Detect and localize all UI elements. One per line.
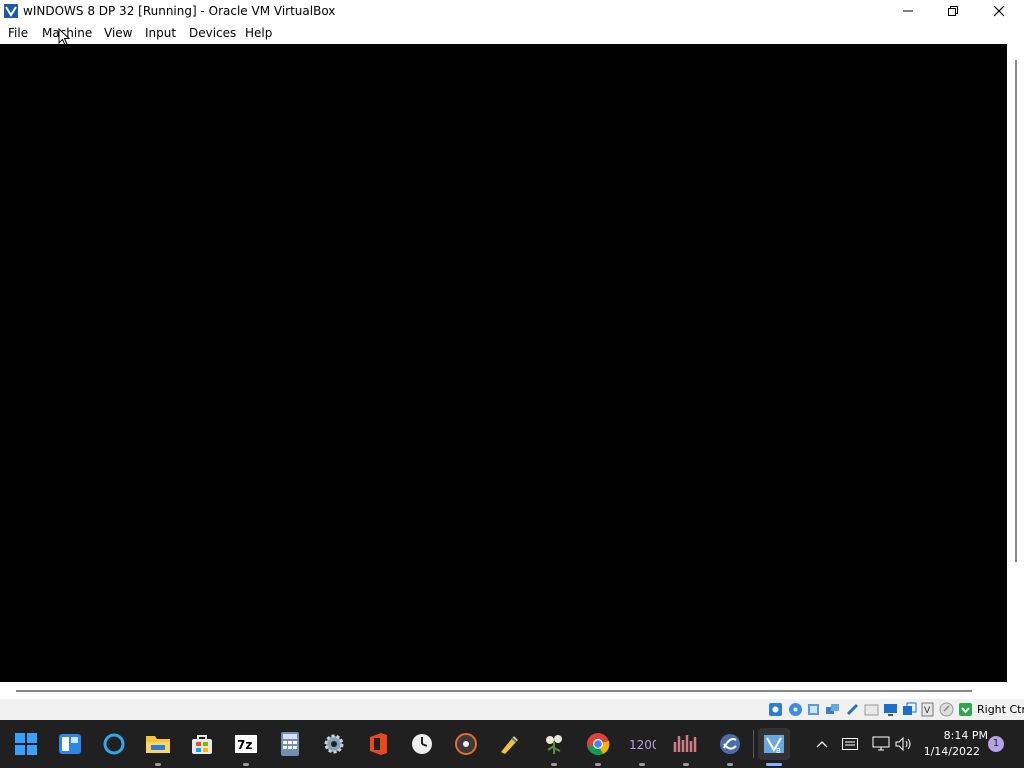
- host-key-icon[interactable]: [958, 702, 973, 717]
- notification-badge[interactable]: 1: [988, 736, 1004, 752]
- clock-time[interactable]: 8:14 PM: [922, 729, 988, 742]
- start-button[interactable]: [10, 728, 42, 760]
- calculator-icon: [281, 732, 299, 756]
- svg-text:B: B: [776, 747, 781, 755]
- horizontal-scrollbar[interactable]: [0, 682, 1024, 699]
- close-icon: [993, 5, 1005, 17]
- clock-icon: [412, 734, 432, 754]
- media-player-icon: [455, 733, 477, 755]
- vm-display[interactable]: [0, 44, 1007, 682]
- file-explorer-icon: [146, 736, 170, 753]
- plant-app-button[interactable]: [538, 728, 570, 766]
- app-icon: [720, 734, 740, 754]
- menu-view[interactable]: View: [104, 26, 132, 40]
- network-tray-icon: [872, 736, 890, 751]
- settings-icon: [324, 734, 344, 754]
- chrome-icon: [587, 733, 610, 756]
- virtualbox-app-icon: [4, 4, 18, 18]
- window-title: wINDOWS 8 DP 32 [Running] - Oracle VM Vi…: [23, 4, 336, 18]
- store-icon: [192, 735, 212, 754]
- shared-folders-icon[interactable]: [864, 702, 879, 717]
- paint-button[interactable]: [494, 728, 526, 760]
- cortana-icon: [103, 733, 125, 755]
- volume-icon: [895, 737, 911, 751]
- start-icon: [15, 733, 37, 755]
- office-button[interactable]: [362, 728, 394, 760]
- chevron-up-icon: [816, 741, 828, 748]
- virtualbox-icon: B: [764, 735, 784, 755]
- 1200-app-button[interactable]: 1200: [626, 728, 658, 766]
- vertical-scroll-thumb[interactable]: [1015, 60, 1017, 562]
- calculator-button[interactable]: [274, 728, 306, 760]
- close-button[interactable]: [976, 0, 1022, 22]
- audio-icon[interactable]: [806, 702, 821, 717]
- menu-devices[interactable]: Devices: [189, 26, 236, 40]
- minimize-icon: [903, 10, 913, 12]
- keyboard-button[interactable]: [840, 734, 860, 754]
- menu-file[interactable]: File: [8, 26, 28, 40]
- usb-icon[interactable]: [845, 702, 860, 717]
- horizontal-scroll-thumb[interactable]: [16, 690, 972, 692]
- svg-text:V: V: [924, 706, 931, 716]
- 7zip-button[interactable]: 7z: [230, 728, 262, 766]
- status-bar: V Right Ctrl: [0, 699, 1024, 720]
- show-hidden-icons-button[interactable]: [812, 734, 832, 754]
- cpu-icon[interactable]: V: [920, 702, 935, 717]
- widgets-icon: [59, 734, 81, 754]
- optical-drive-icon[interactable]: [788, 702, 803, 717]
- minimize-button[interactable]: [885, 0, 931, 22]
- mouse-integration-icon[interactable]: [939, 702, 954, 717]
- restore-button[interactable]: [930, 0, 976, 22]
- menu-input[interactable]: Input: [145, 26, 176, 40]
- chrome-button[interactable]: [582, 728, 614, 766]
- file-explorer-button[interactable]: [142, 728, 174, 766]
- 7zip-icon: 7z: [235, 735, 257, 753]
- office-icon: [370, 733, 387, 755]
- taskbar: 7z 1200 B 8:14 PM 1/14/2022 1: [0, 720, 1024, 768]
- svg-text:1200: 1200: [629, 738, 656, 752]
- host-key-label: Right Ctrl: [977, 703, 1024, 716]
- virtualbox-button[interactable]: B: [758, 728, 790, 766]
- keyboard-icon: [842, 738, 858, 750]
- video-capture-icon[interactable]: [902, 702, 917, 717]
- audio-app-icon: [673, 735, 697, 752]
- 1200-app-icon: 1200: [629, 738, 656, 752]
- widgets-button[interactable]: [54, 728, 86, 760]
- vertical-scrollbar[interactable]: [1007, 44, 1024, 682]
- cortana-button[interactable]: [98, 728, 130, 760]
- clock-date[interactable]: 1/14/2022: [922, 745, 980, 758]
- store-button[interactable]: [186, 728, 218, 760]
- network-icon[interactable]: [825, 702, 840, 717]
- settings-button[interactable]: [318, 728, 350, 760]
- display-icon[interactable]: [883, 702, 898, 717]
- title-bar[interactable]: wINDOWS 8 DP 32 [Running] - Oracle VM Vi…: [0, 0, 1024, 22]
- network-tray-button[interactable]: [871, 734, 891, 754]
- media-player-button[interactable]: [450, 728, 482, 760]
- app-button[interactable]: [714, 728, 746, 766]
- plant-app-icon: [546, 735, 562, 754]
- volume-button[interactable]: [894, 734, 914, 754]
- svg-text:7z: 7z: [237, 738, 252, 752]
- taskbar-separator: [753, 730, 754, 758]
- menu-bar: File Machine View Input Devices Help: [0, 22, 1024, 44]
- restore-icon: [948, 6, 958, 16]
- menu-help[interactable]: Help: [245, 26, 272, 40]
- hard-disk-icon[interactable]: [768, 702, 783, 717]
- audio-app-button[interactable]: [670, 728, 702, 766]
- clock-button[interactable]: [406, 728, 438, 760]
- paint-icon: [501, 736, 518, 754]
